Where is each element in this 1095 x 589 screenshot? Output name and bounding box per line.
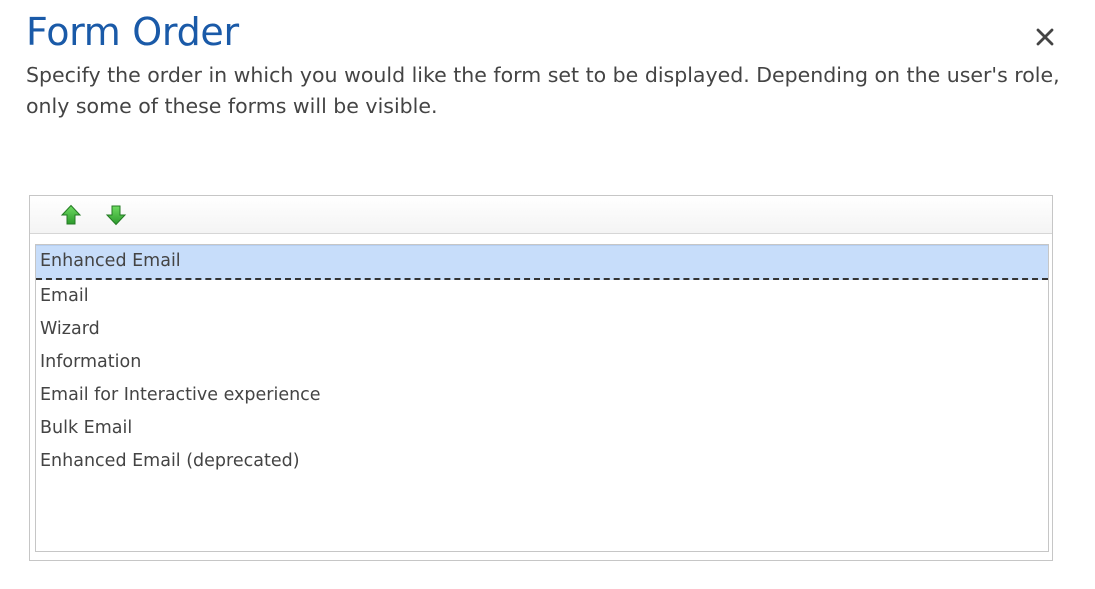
list-item[interactable]: Information [36, 346, 1048, 379]
list-item[interactable]: Email for Interactive experience [36, 379, 1048, 412]
form-order-dialog: Form Order Specify the order in which yo… [0, 0, 1095, 589]
list-item[interactable]: Enhanced Email (deprecated) [36, 445, 1048, 478]
dialog-description: Specify the order in which you would lik… [26, 63, 1060, 118]
close-button[interactable] [1030, 22, 1060, 52]
order-toolbar [30, 196, 1052, 234]
close-icon [1036, 28, 1054, 46]
list-item[interactable]: Wizard [36, 313, 1048, 346]
form-order-list[interactable]: Enhanced Email Email Wizard Information … [35, 244, 1049, 552]
list-item[interactable]: Bulk Email [36, 412, 1048, 445]
move-up-button[interactable] [60, 204, 82, 226]
list-item[interactable]: Enhanced Email [36, 245, 1048, 280]
dialog-title: Form Order [26, 10, 239, 54]
move-down-button[interactable] [105, 204, 127, 226]
arrow-up-icon [60, 204, 82, 225]
list-item[interactable]: Email [36, 280, 1048, 313]
arrow-down-icon [105, 205, 127, 226]
form-order-panel: Enhanced Email Email Wizard Information … [29, 195, 1053, 561]
